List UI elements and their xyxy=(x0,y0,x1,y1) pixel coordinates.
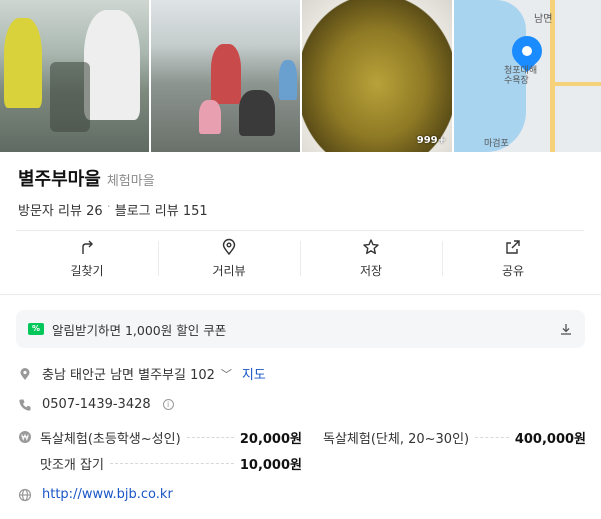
map-thumbnail[interactable]: 남면 청포대해수욕장 마검포 xyxy=(454,0,601,152)
place-title: 별주부마을 체험마을 xyxy=(18,165,155,191)
address-text: 충남 태안군 남면 별주부길 102 xyxy=(42,368,215,383)
menu-leader xyxy=(475,437,509,438)
menu-item: 맛조개 잡기 10,000원 xyxy=(40,454,302,473)
phone-number[interactable]: 0507-1439-3428 xyxy=(42,397,151,412)
menu-item-price: 400,000원 xyxy=(514,432,586,447)
map-link[interactable]: 지도 xyxy=(242,364,266,383)
street-view-icon xyxy=(222,238,236,256)
address-row: 충남 태안군 남면 별주부길 102 ﹀ 지도 xyxy=(18,364,266,383)
info-icon[interactable]: i xyxy=(162,399,174,410)
directions-label: 길찾기 xyxy=(70,264,104,278)
save-button[interactable]: 저장 xyxy=(300,231,442,286)
map-label-namnyeon: 남면 xyxy=(534,14,553,25)
street-view-button[interactable]: 거리뷰 xyxy=(158,231,300,286)
menu-leader xyxy=(186,437,234,438)
photo-tile-3[interactable]: 999+ xyxy=(302,0,452,152)
price-row-icon xyxy=(18,430,32,444)
map-label-bottom: 마검포 xyxy=(484,139,509,149)
save-label: 저장 xyxy=(359,264,383,278)
place-category: 체험마을 xyxy=(106,174,155,189)
coupon-icon: % xyxy=(28,323,44,335)
phone-icon xyxy=(19,399,31,411)
menu-item: 독살체험(초등학생~성인) 20,000원 xyxy=(40,428,302,447)
action-bar: 길찾기 거리뷰 저장 공유 xyxy=(16,230,584,286)
section-divider xyxy=(0,294,601,295)
photo-tile-2[interactable] xyxy=(151,0,300,152)
menu-item-price: 10,000원 xyxy=(239,458,302,473)
separator-dot: · xyxy=(106,200,111,215)
coupon-banner[interactable]: % 알림받기하면 1,000원 할인 쿠폰 xyxy=(16,310,585,348)
directions-button[interactable]: 길찾기 xyxy=(16,231,158,286)
download-icon[interactable] xyxy=(559,322,573,336)
coupon-text: 알림받기하면 1,000원 할인 쿠폰 xyxy=(52,322,227,338)
photo-gallery: 999+ 남면 청포대해수욕장 마검포 xyxy=(0,0,601,152)
review-summary: 방문자 리뷰 26 · 블로그 리뷰 151 xyxy=(18,200,208,219)
share-button[interactable]: 공유 xyxy=(442,231,584,286)
star-icon xyxy=(363,239,379,255)
blog-reviews-link[interactable]: 블로그 리뷰 151 xyxy=(115,200,208,219)
menu-item-price: 20,000원 xyxy=(239,432,302,447)
place-name: 별주부마을 xyxy=(18,169,101,190)
website-row: http://www.bjb.co.kr xyxy=(18,487,173,502)
photo-tile-1[interactable] xyxy=(0,0,149,152)
menu-item-name: 독살체험(초등학생~성인) xyxy=(40,432,181,447)
map-label-beach: 청포대해수욕장 xyxy=(504,66,538,86)
globe-icon xyxy=(18,488,32,501)
share-label: 공유 xyxy=(501,264,525,278)
phone-row: 0507-1439-3428 i xyxy=(18,397,174,412)
photo-count-badge: 999+ xyxy=(416,135,446,146)
location-icon xyxy=(20,367,30,380)
menu-item: 독살체험(단체, 20~30인) 400,000원 xyxy=(323,428,586,447)
directions-icon xyxy=(82,240,93,254)
street-view-label: 거리뷰 xyxy=(212,264,246,278)
chevron-down-icon[interactable]: ﹀ xyxy=(221,366,232,382)
website-link[interactable]: http://www.bjb.co.kr xyxy=(42,487,173,502)
menu-leader xyxy=(109,463,234,464)
won-icon xyxy=(19,431,31,443)
menu-item-name: 독살체험(단체, 20~30인) xyxy=(323,432,470,447)
visitor-reviews-link[interactable]: 방문자 리뷰 26 xyxy=(18,200,103,219)
share-icon xyxy=(506,240,520,254)
menu-item-name: 맛조개 잡기 xyxy=(40,458,104,473)
